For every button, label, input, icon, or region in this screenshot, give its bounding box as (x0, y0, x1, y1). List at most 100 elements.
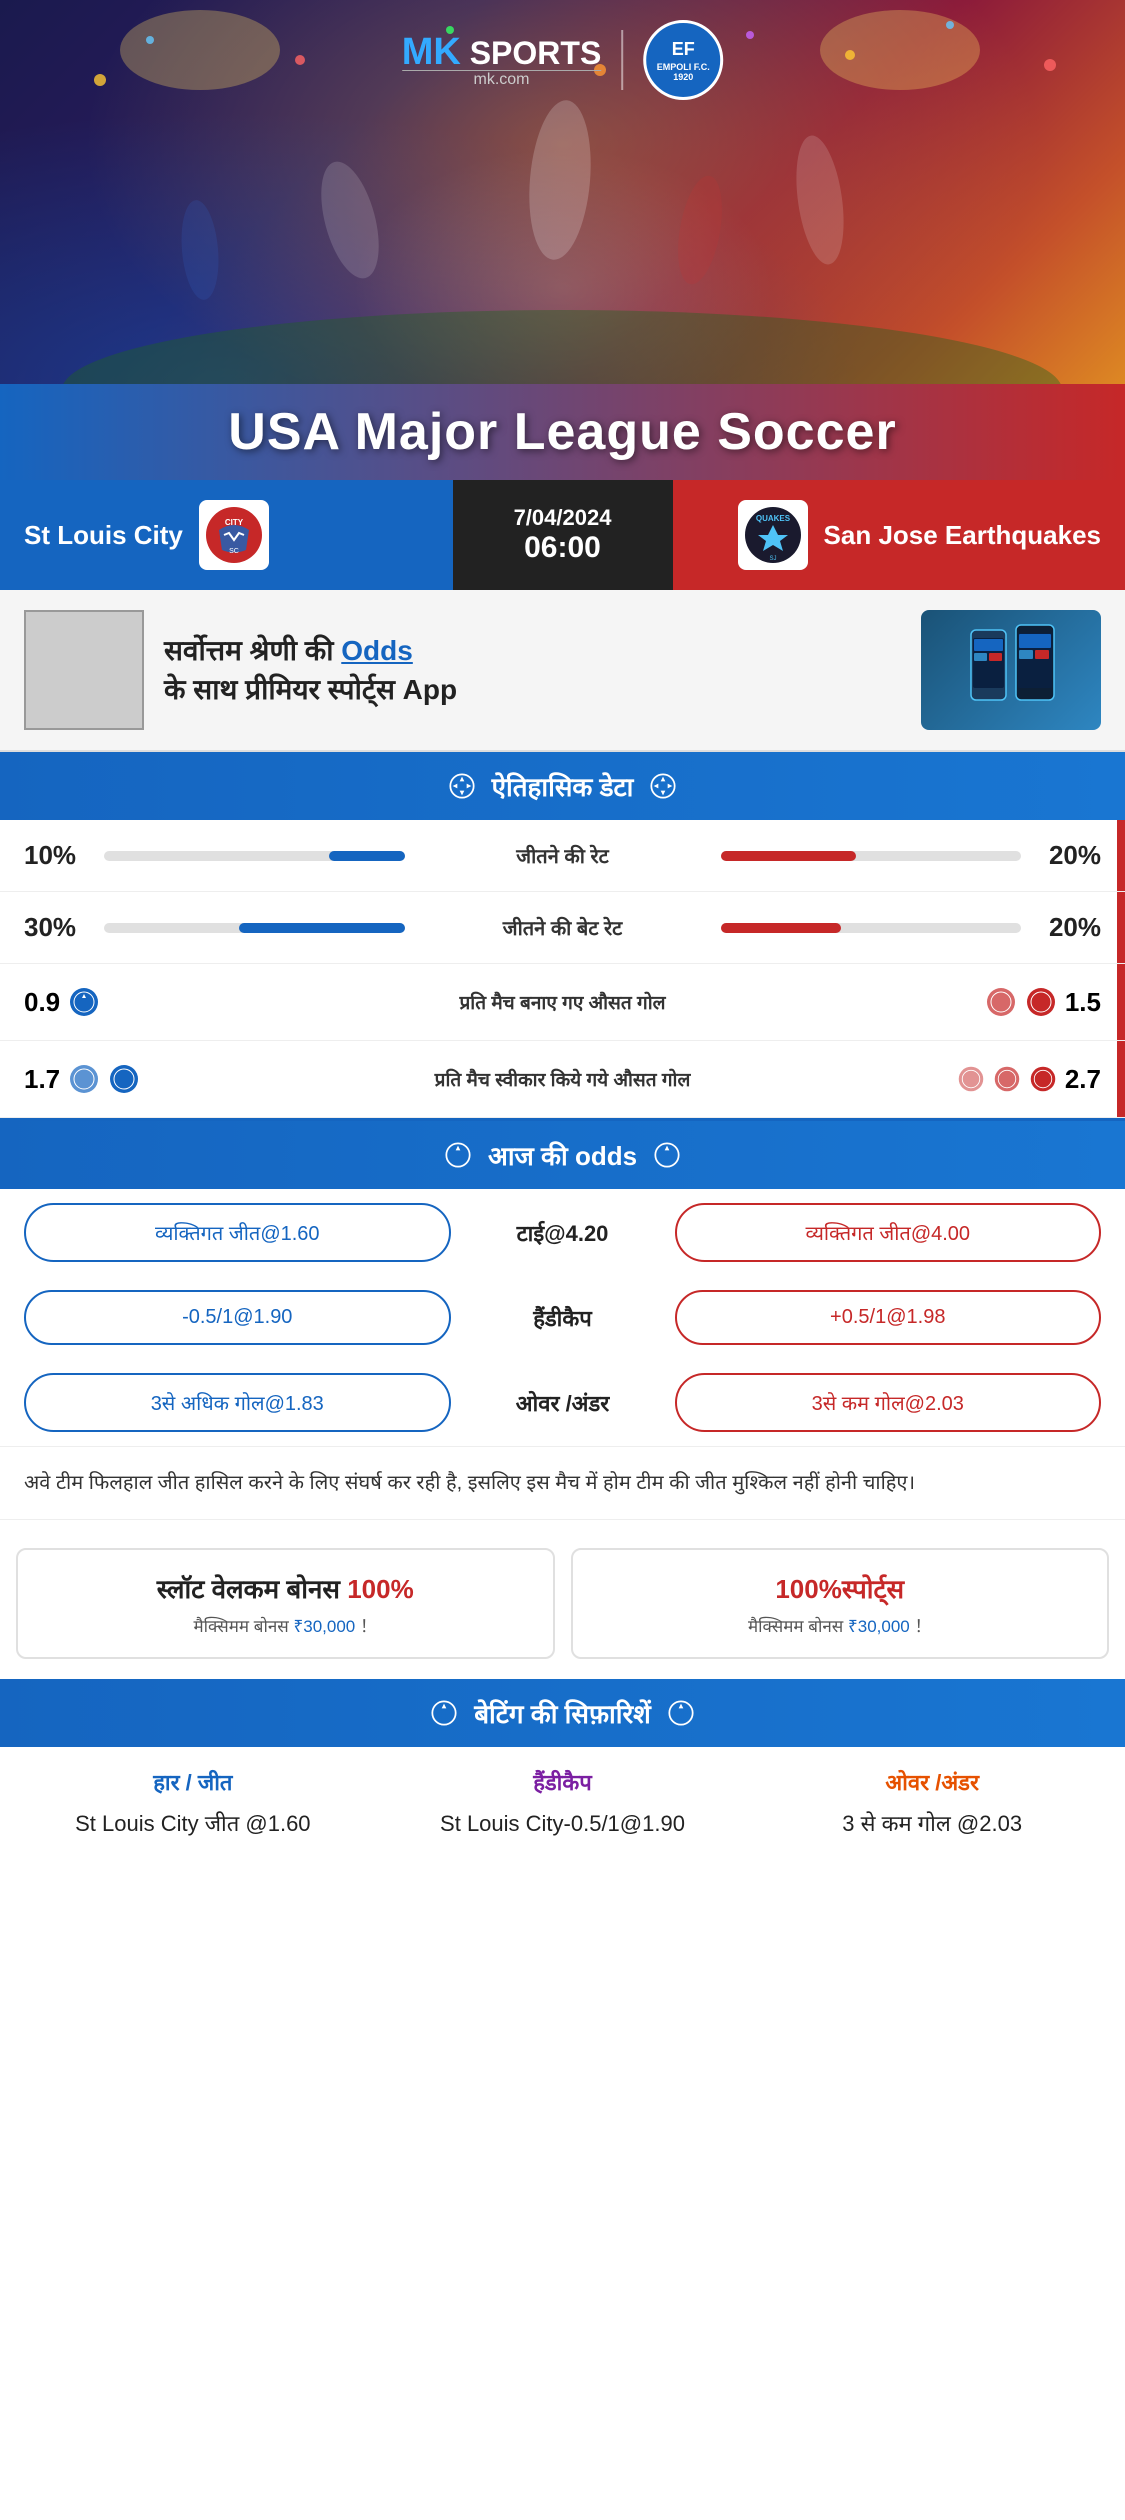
analysis-text: अवे टीम फिलहाल जीत हासिल करने के लिए संघ… (0, 1446, 1125, 1520)
handicap-center-label: हैंडीकैप (463, 1303, 663, 1333)
ball-icon-c-right2 (993, 1065, 1021, 1093)
historical-header: ऐतिहासिक डेटा (0, 752, 1125, 820)
historical-title: ऐतिहासिक डेटा (492, 768, 634, 804)
avg-goals-scored-left: 0.9 (24, 986, 174, 1018)
ball-icon-right2 (1025, 986, 1057, 1018)
red-side-accent (1117, 820, 1125, 891)
odds-title: आज की odds (488, 1137, 637, 1173)
odds-ball-left (444, 1141, 472, 1169)
away-team-name: San Jose Earthquakes (824, 520, 1101, 551)
svg-text:QUAKES: QUAKES (755, 514, 790, 523)
match-center: 7/04/2024 06:00 (453, 480, 673, 590)
slot-bonus-amount: ₹30,000 (294, 1617, 356, 1636)
win-bet-rate-fill-left (239, 923, 404, 933)
avg-goals-conceded-right-val: 2.7 (1065, 1064, 1101, 1095)
ball-icon-left (68, 986, 100, 1018)
win-bet-rate-label: जीतने की बेट रेट (413, 914, 713, 941)
overunder-center-label: ओवर /अंडर (463, 1388, 663, 1418)
match-bar: St Louis City CITY SC 7/04/2024 06:00 QU… (0, 480, 1125, 590)
win-rate-bar-left (104, 851, 405, 861)
mk-sports-logo: MK SPORTS (402, 31, 602, 74)
odds-section: आज की odds व्यक्तिगत जीत@1.60 टाई@4.20 व… (0, 1121, 1125, 1528)
avg-goals-conceded-left-val: 1.7 (24, 1064, 60, 1095)
home-team-section: St Louis City CITY SC (0, 480, 453, 590)
avg-goals-scored-right: 1.5 (951, 986, 1101, 1018)
handicap-odds-row: -0.5/1@1.90 हैंडीकैप +0.5/1@1.98 (0, 1276, 1125, 1359)
rec-overunder-type: ओवर /अंडर (755, 1767, 1109, 1797)
sports-bonus-title: 100%स्पोर्ट्स (589, 1570, 1092, 1606)
soccer-ball-icon-left (448, 772, 476, 800)
logo-area: MK SPORTS mk.com EF EMPOLI F.C. 1920 (402, 20, 724, 100)
sports-bonus-card[interactable]: 100%स्पोर्ट्स मैक्सिमम बोनस ₹30,000 ！ (571, 1548, 1110, 1659)
win-bet-rate-row: 30% जीतने की बेट रेट 20% (0, 892, 1125, 964)
historical-section: ऐतिहासिक डेटा 10% जीतने की रेट 20% 30% ज… (0, 752, 1125, 1121)
rec-overunder-value: 3 से कम गोल @2.03 (755, 1807, 1109, 1840)
promo-banner[interactable]: सर्वोत्तम श्रेणी की Odds के साथ प्रीमियर… (0, 590, 1125, 752)
hero-title-bar: USA Major League Soccer (0, 384, 1125, 480)
sports-bonus-amount: ₹30,000 (848, 1617, 910, 1636)
rec-handicap-type: हैंडीकैप (386, 1767, 740, 1797)
win-bet-rate-bar-left (104, 923, 405, 933)
slot-bonus-subtitle: मैक्सिमम बोनस ₹30,000 ！ (34, 1612, 537, 1637)
ball-icon-c-right1 (957, 1065, 985, 1093)
win-rate-label: जीतने की रेट (413, 842, 713, 869)
win-bet-rate-bar-right (721, 923, 1022, 933)
win-rate-fill-left (329, 851, 404, 861)
recs-row: हार / जीत St Louis City जीत @1.60 हैंडीक… (0, 1747, 1125, 1860)
red-side-accent-2 (1117, 892, 1125, 963)
over-home-btn[interactable]: 3से अधिक गोल@1.83 (24, 1373, 451, 1432)
ball-icon-c-left1 (68, 1063, 100, 1095)
rec-win-loss: हार / जीत St Louis City जीत @1.60 (16, 1767, 370, 1840)
ball-icon-c-left2 (108, 1063, 140, 1095)
ball-icon-right1 (985, 986, 1017, 1018)
soccer-ball-icon-right (649, 772, 677, 800)
odds-ball-right (653, 1141, 681, 1169)
promo-image-placeholder (24, 610, 144, 730)
handicap-away-btn[interactable]: +0.5/1@1.98 (675, 1290, 1102, 1345)
betting-recs-title: बेटिंग की सिफ़ारिशें (474, 1695, 651, 1731)
rec-handicap: हैंडीकैप St Louis City-0.5/1@1.90 (386, 1767, 740, 1840)
rec-handicap-value: St Louis City-0.5/1@1.90 (386, 1807, 740, 1840)
recs-ball-left (430, 1699, 458, 1727)
win-bet-rate-left: 30% (24, 912, 104, 943)
avg-goals-conceded-row: 1.7 प्रति मैच स्वीकार किये गये औसत गोल (0, 1041, 1125, 1118)
overunder-odds-row: 3से अधिक गोल@1.83 ओवर /अंडर 3से कम गोल@2… (0, 1359, 1125, 1446)
betting-recommendations: बेटिंग की सिफ़ारिशें हार / जीत St Louis … (0, 1679, 1125, 1890)
win-odds-row: व्यक्तिगत जीत@1.60 टाई@4.20 व्यक्तिगत जी… (0, 1189, 1125, 1276)
tie-odds-center[interactable]: टाई@4.20 (463, 1218, 663, 1248)
match-time: 06:00 (524, 531, 601, 565)
avg-goals-right-val: 1.5 (1065, 987, 1101, 1018)
handicap-home-btn[interactable]: -0.5/1@1.90 (24, 1290, 451, 1345)
win-rate-left: 10% (24, 840, 104, 871)
home-win-btn[interactable]: व्यक्तिगत जीत@1.60 (24, 1203, 451, 1262)
win-rate-bar-right (721, 851, 1022, 861)
home-team-name: St Louis City (24, 520, 183, 551)
promo-phones (921, 610, 1101, 730)
away-win-btn[interactable]: व्यक्तिगत जीत@4.00 (675, 1203, 1102, 1262)
avg-goals-left-val: 0.9 (24, 987, 60, 1018)
odds-header: आज की odds (0, 1121, 1125, 1189)
win-rate-fill-right (721, 851, 856, 861)
slot-bonus-title: स्लॉट वेलकम बोनस 100% (34, 1570, 537, 1606)
ball-icon-c-right3 (1029, 1065, 1057, 1093)
win-rate-row: 10% जीतने की रेट 20% (0, 820, 1125, 892)
rec-win-loss-type: हार / जीत (16, 1767, 370, 1797)
promo-highlight: Odds (341, 635, 413, 666)
home-team-badge: CITY SC (199, 500, 269, 570)
slot-bonus-pct: 100% (347, 1574, 414, 1604)
away-team-section: QUAKES SJ San Jose Earthquakes (673, 480, 1125, 590)
avg-goals-conceded-right: 2.7 (951, 1064, 1101, 1095)
red-side-accent-3 (1117, 964, 1125, 1040)
recs-ball-right (667, 1699, 695, 1727)
over-away-btn[interactable]: 3से कम गोल@2.03 (675, 1373, 1102, 1432)
win-bet-rate-right: 20% (1021, 912, 1101, 943)
bonus-section[interactable]: स्लॉट वेलकम बोनस 100% मैक्सिमम बोनस ₹30,… (0, 1528, 1125, 1679)
sports-bonus-subtitle: मैक्सिमम बोनस ₹30,000 ！ (589, 1612, 1092, 1637)
svg-text:SJ: SJ (769, 556, 776, 562)
slot-bonus-card[interactable]: स्लॉट वेलकम बोनस 100% मैक्सिमम बोनस ₹30,… (16, 1548, 555, 1659)
win-rate-right: 20% (1021, 840, 1101, 871)
rec-win-loss-value: St Louis City जीत @1.60 (16, 1807, 370, 1840)
avg-goals-conceded-label: प्रति मैच स्वीकार किये गये औसत गोल (174, 1066, 951, 1092)
away-team-badge: QUAKES SJ (738, 500, 808, 570)
promo-text: सर्वोत्तम श्रेणी की Odds के साथ प्रीमियर… (164, 631, 901, 709)
